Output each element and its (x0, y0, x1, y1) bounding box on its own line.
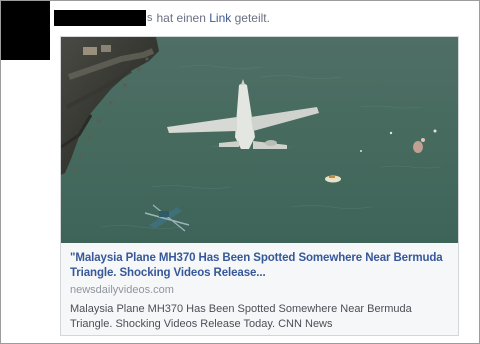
action-suffix: geteilt. (234, 11, 270, 25)
link-domain: newsdailyvideos.com (70, 284, 174, 296)
action-text: hat einen (156, 11, 206, 25)
link-title[interactable]: "Malaysia Plane MH370 Has Been Spotted S… (70, 251, 450, 281)
post-header: s hat einen Link geteilt. (54, 9, 270, 27)
link-word[interactable]: Link (209, 11, 231, 25)
name-suffix: s (147, 12, 153, 24)
link-preview-text: "Malaysia Plane MH370 Has Been Spotted S… (61, 243, 458, 332)
link-preview-card[interactable]: "Malaysia Plane MH370 Has Been Spotted S… (60, 36, 459, 336)
redacted-username[interactable] (54, 10, 146, 26)
link-preview-image[interactable] (61, 37, 458, 243)
shared-post: s hat einen Link geteilt. "Malaysia Plan… (0, 0, 480, 344)
link-description: Malaysia Plane MH370 Has Been Spotted So… (70, 303, 412, 330)
avatar[interactable] (1, 1, 50, 60)
